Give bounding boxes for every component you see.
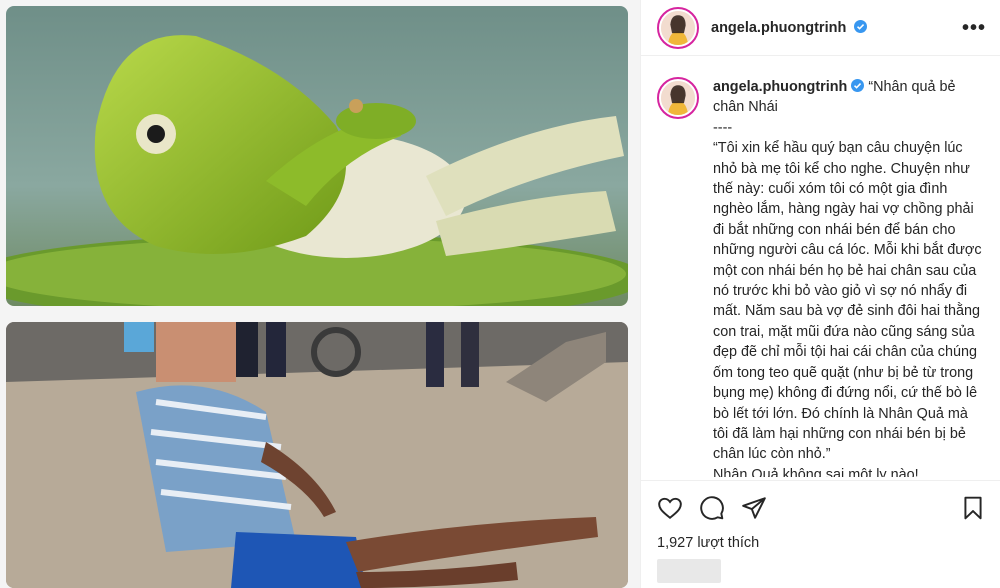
send-icon[interactable] [741, 495, 767, 521]
comment-icon[interactable] [699, 495, 725, 521]
heart-icon[interactable] [657, 495, 683, 521]
post-header: angela.phuongtrinh ••• [641, 0, 1000, 56]
post-panel: angela.phuongtrinh ••• angela.phuongtrin… [640, 0, 1000, 588]
comments-section: angela.phuongtrinh “Nhân quả bẻ chân Nhá… [641, 57, 1000, 477]
caption: angela.phuongtrinh “Nhân quả bẻ chân Nhá… [657, 77, 986, 477]
caption-text: angela.phuongtrinh “Nhân quả bẻ chân Nhá… [713, 77, 986, 477]
verified-badge-icon [854, 19, 868, 33]
like-count[interactable]: 1,927 lượt thích [657, 535, 986, 551]
post-media[interactable] [0, 0, 640, 588]
bookmark-icon[interactable] [960, 495, 986, 521]
action-bar [657, 491, 986, 525]
caption-line-separator: ---- [713, 119, 733, 136]
avatar[interactable] [657, 6, 699, 49]
caption-line-story: “Tôi xin kể hầu quý bạn câu chuyện lúc n… [713, 140, 986, 463]
actions-section: 1,927 lượt thích [641, 480, 1000, 588]
username[interactable]: angela.phuongtrinh [711, 19, 868, 36]
verified-badge-icon [851, 79, 865, 92]
timestamp [657, 559, 721, 583]
caption-username[interactable]: angela.phuongtrinh [713, 79, 865, 95]
frog-photo [6, 6, 628, 306]
more-options-icon[interactable]: ••• [962, 18, 986, 38]
caption-avatar[interactable] [657, 77, 699, 119]
boy-photo [6, 322, 628, 588]
caption-line-ending: Nhân Quả không sai một ly nào! [713, 466, 919, 477]
